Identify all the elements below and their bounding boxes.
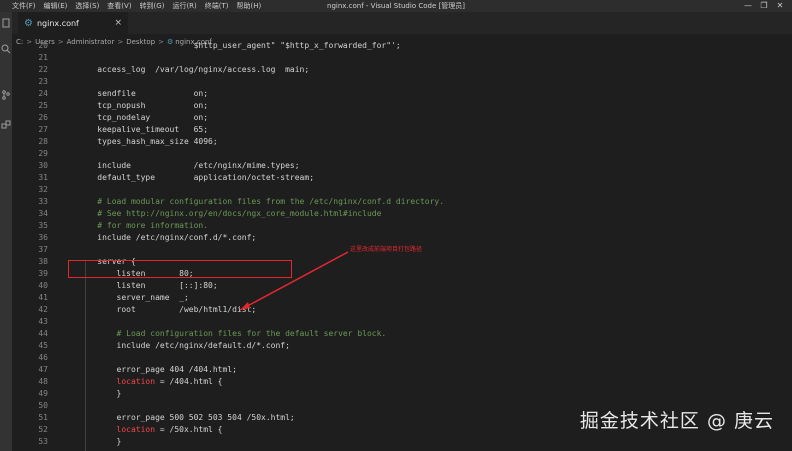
code-text: tcp_nodelay on; <box>78 113 209 122</box>
watermark: 掘金技术社区 @ 庚云 <box>579 410 774 432</box>
code-text: error_page 500 502 503 504 /50x.html; <box>78 413 295 422</box>
window-controls: — ❐ ✕ <box>740 0 788 12</box>
source-control-icon[interactable] <box>1 90 11 100</box>
line-number: 32 <box>38 185 48 194</box>
code-text: } <box>78 389 122 398</box>
code-text: } <box>78 437 122 446</box>
code-text: include /etc/nginx/conf.d/*.conf; <box>78 233 257 242</box>
highlight-box <box>68 260 292 278</box>
code-text: tcp_nopush on; <box>78 101 209 110</box>
line-number: 25 <box>38 101 48 110</box>
line-number: 48 <box>38 377 48 386</box>
close-tab-icon[interactable]: × <box>114 18 122 28</box>
line-number: 46 <box>38 353 48 362</box>
breadcrumb-separator: > <box>57 38 64 46</box>
line-number: 39 <box>38 269 48 278</box>
code-text: include /etc/nginx/default.d/*.conf; <box>78 341 290 350</box>
line-number: 43 <box>38 317 48 326</box>
line-number: 36 <box>38 233 48 242</box>
search-icon[interactable] <box>1 44 11 54</box>
line-number: 22 <box>38 65 48 74</box>
line-number: 44 <box>38 329 48 338</box>
line-number: 28 <box>38 137 48 146</box>
line-number: 51 <box>38 413 48 422</box>
close-window-button[interactable]: ✕ <box>772 0 788 12</box>
line-number: 26 <box>38 113 48 122</box>
code-text: location = /50x.html { <box>116 425 223 434</box>
line-number: 21 <box>38 53 48 62</box>
code-text: root /web/html1/dist; <box>78 305 257 314</box>
code-text: # See http://nginx.org/en/docs/ngx_core_… <box>78 209 382 218</box>
tab-label: nginx.conf <box>36 18 79 28</box>
line-number: 30 <box>38 161 48 170</box>
files-icon[interactable] <box>1 18 11 28</box>
code-text: # Load configuration files for the defau… <box>78 329 387 338</box>
tab-nginx-conf[interactable]: ⚙ nginx.conf × <box>18 12 128 34</box>
line-number: 24 <box>38 89 48 98</box>
line-number: 47 <box>38 365 48 374</box>
maximize-button[interactable]: ❐ <box>756 0 772 12</box>
code-text: default_type application/octet-stream; <box>78 173 315 182</box>
activity-bar <box>0 12 12 451</box>
code-text: # Load modular configuration files from … <box>78 197 445 206</box>
extensions-icon[interactable] <box>1 120 11 130</box>
code-text: access_log /var/log/nginx/access.log mai… <box>78 65 310 74</box>
window-title: nginx.conf - Visual Studio Code [管理员] <box>327 2 465 10</box>
line-number: 49 <box>38 389 48 398</box>
line-number: 20 <box>38 41 48 50</box>
minimize-button[interactable]: — <box>740 0 756 12</box>
code-text: server_name _; <box>78 293 189 302</box>
code-text: listen [::]:80; <box>78 281 218 290</box>
title-bar: 文件(F) 编辑(E) 选择(S) 查看(V) 转到(G) 运行(R) 终端(T… <box>0 0 792 12</box>
line-number: 33 <box>38 197 48 206</box>
line-number: 29 <box>38 149 48 158</box>
line-number: 52 <box>38 425 48 434</box>
code-text: keepalive_timeout 65; <box>78 125 209 134</box>
line-number: 35 <box>38 221 48 230</box>
line-number: 53 <box>38 437 48 446</box>
line-number: 37 <box>38 245 48 254</box>
tab-bar: ⚙ nginx.conf × <box>12 12 792 34</box>
gear-file-icon: ⚙ <box>24 17 33 29</box>
code-text: # for more information. <box>78 221 209 230</box>
keyword-token: location <box>116 425 156 434</box>
line-number: 40 <box>38 281 48 290</box>
code-text: types_hash_max_size 4096; <box>78 137 218 146</box>
line-number: 50 <box>38 401 48 410</box>
line-number: 23 <box>38 77 48 86</box>
line-number: 31 <box>38 173 48 182</box>
line-number: 27 <box>38 125 48 134</box>
line-number: 45 <box>38 341 48 350</box>
code-text: error_page 404 /404.html; <box>78 365 237 374</box>
code-text: sendfile on; <box>78 89 209 98</box>
line-number: 42 <box>38 305 48 314</box>
keyword-token: location <box>116 377 156 386</box>
line-number: 38 <box>38 257 48 266</box>
code-text: location = /404.html { <box>116 377 223 386</box>
line-number: 34 <box>38 209 48 218</box>
code-text: include /etc/nginx/mime.types; <box>78 161 300 170</box>
annotation-text: 这里改成前端项目打包路径 <box>350 246 423 253</box>
line-number: 41 <box>38 293 48 302</box>
code-text: $http_user_agent" "$http_x_forwarded_for… <box>78 41 401 50</box>
